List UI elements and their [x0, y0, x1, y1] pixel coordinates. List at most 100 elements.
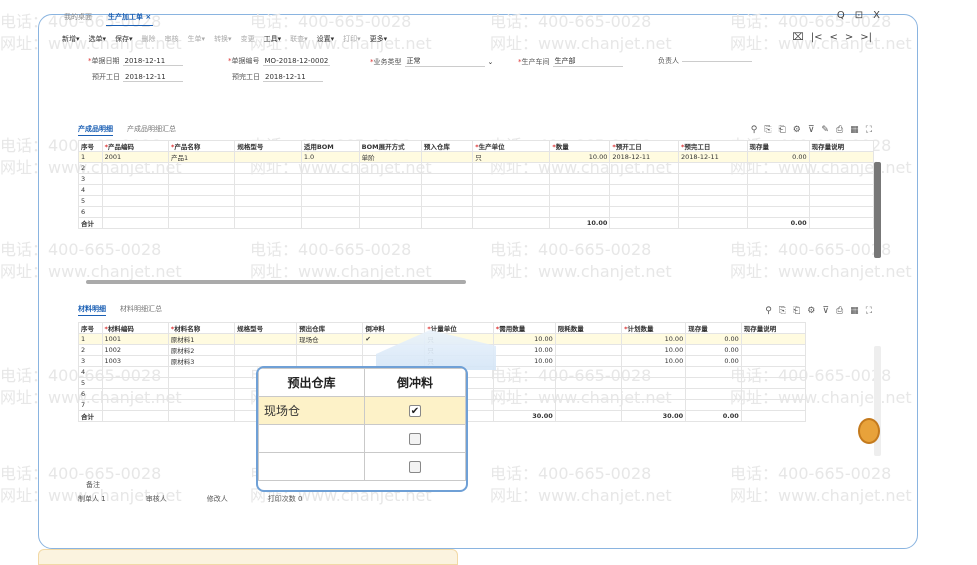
material-cell[interactable] — [167, 388, 236, 400]
material-cell[interactable] — [101, 399, 169, 411]
product-cell[interactable] — [609, 206, 679, 218]
product-cell[interactable] — [101, 195, 169, 207]
material-cell[interactable] — [296, 344, 364, 356]
material-cell[interactable]: 10.00 — [492, 344, 556, 356]
material-cell[interactable]: 5 — [78, 377, 103, 389]
product-cell[interactable] — [472, 162, 551, 174]
material-cell[interactable] — [554, 355, 623, 367]
material-cell[interactable] — [101, 377, 169, 389]
material-cell[interactable] — [621, 388, 687, 400]
product-cell[interactable] — [677, 195, 748, 207]
product-cell[interactable] — [101, 162, 169, 174]
material-column-header[interactable]: *材料名称 — [167, 322, 236, 334]
product-column-header[interactable]: BOM展开方式 — [358, 140, 422, 152]
product-cell[interactable] — [420, 184, 474, 196]
export-icon[interactable]: ⌧ — [792, 32, 804, 43]
product-cell[interactable] — [609, 173, 679, 185]
product-row[interactable]: 1 2001 产品1 1.0 单阶只 10.00 2018-12-11 2018-12-11 0… — [78, 151, 875, 163]
product-column-header[interactable]: 序号 — [78, 140, 103, 152]
material-cell[interactable] — [554, 399, 623, 411]
workshop-input[interactable]: 生产部 — [552, 56, 623, 67]
plan-end-input[interactable]: 2018-12-11 — [263, 73, 323, 82]
material-cell[interactable]: 1001 — [101, 333, 169, 345]
material-cell[interactable] — [621, 377, 687, 389]
material-cell[interactable] — [554, 366, 623, 378]
material-cell[interactable] — [554, 377, 623, 389]
product-column-header[interactable]: 现存量说明 — [808, 140, 875, 152]
product-row[interactable]: 4 — [78, 184, 875, 196]
material-cell[interactable] — [492, 388, 556, 400]
toolbar-settings-button[interactable]: 设置▾ — [317, 34, 335, 44]
material-cell[interactable] — [685, 366, 742, 378]
expand-icon[interactable]: ⛶ — [866, 306, 872, 316]
material-column-header[interactable]: 规格型号 — [234, 322, 298, 334]
product-column-header[interactable]: *生产单位 — [472, 140, 551, 152]
material-cell[interactable] — [740, 366, 807, 378]
material-column-header[interactable]: 序号 — [78, 322, 103, 334]
product-cell[interactable] — [234, 184, 302, 196]
product-cell[interactable] — [300, 173, 360, 185]
toolbar-print-button[interactable]: 打印▾ — [343, 34, 361, 44]
product-cell[interactable]: 1 — [78, 151, 103, 163]
material-cell[interactable] — [740, 333, 807, 345]
toolbar-select-button[interactable]: 选单▾ — [89, 34, 107, 44]
filter-icon[interactable]: ⊽ — [808, 125, 815, 135]
material-cell[interactable] — [554, 388, 623, 400]
product-cell[interactable] — [358, 206, 422, 218]
locate-icon[interactable]: ⚲ — [765, 306, 772, 316]
product-cell[interactable] — [808, 206, 875, 218]
product-cell[interactable]: 产品1 — [167, 151, 236, 163]
material-cell[interactable] — [492, 399, 556, 411]
product-cell[interactable]: 5 — [78, 195, 103, 207]
material-cell[interactable]: 10.00 — [621, 333, 687, 345]
material-cell[interactable] — [685, 377, 742, 389]
product-cell[interactable] — [167, 173, 236, 185]
owner-input[interactable] — [682, 60, 752, 62]
product-cell[interactable] — [300, 162, 360, 174]
material-cell[interactable]: 现场仓 — [296, 333, 364, 345]
product-row[interactable]: 3 — [78, 173, 875, 185]
product-cell[interactable] — [549, 206, 611, 218]
product-cell[interactable] — [472, 184, 551, 196]
product-cell[interactable] — [808, 162, 875, 174]
material-cell[interactable] — [621, 366, 687, 378]
material-cell[interactable]: 原材料3 — [167, 355, 236, 367]
doc-date-input[interactable]: 2018-12-11 — [122, 57, 183, 66]
material-cell[interactable] — [554, 344, 623, 356]
product-cell[interactable] — [167, 206, 236, 218]
material-column-header[interactable]: *计划数量 — [621, 322, 687, 334]
product-cell[interactable] — [609, 195, 679, 207]
biz-type-select[interactable]: 正常 — [404, 56, 485, 67]
material-cell[interactable] — [234, 344, 298, 356]
product-cell[interactable]: 0.00 — [746, 151, 810, 163]
product-column-header[interactable]: *预完工日 — [677, 140, 748, 152]
product-cell[interactable] — [609, 184, 679, 196]
paste-icon[interactable]: ⎗ — [779, 125, 786, 135]
print-icon[interactable]: ⎙ — [836, 306, 843, 316]
product-cell[interactable] — [677, 173, 748, 185]
product-column-header[interactable]: 预入仓库 — [420, 140, 474, 152]
toolbar-delete-button[interactable]: 删除 — [142, 34, 156, 44]
product-cell[interactable]: 6 — [78, 206, 103, 218]
product-cell[interactable] — [808, 173, 875, 185]
material-cell[interactable]: 3 — [78, 355, 103, 367]
material-cell[interactable]: 0.00 — [685, 355, 742, 367]
material-cell[interactable] — [740, 355, 807, 367]
product-horizontal-scrollbar[interactable] — [86, 280, 466, 284]
material-cell[interactable] — [554, 333, 623, 345]
product-row[interactable]: 6 — [78, 206, 875, 218]
filter-icon[interactable]: ⊽ — [822, 306, 829, 316]
material-cell[interactable] — [492, 366, 556, 378]
material-column-header[interactable]: *需用数量 — [492, 322, 556, 334]
tab-product-detail[interactable]: 产成品明细 — [78, 124, 113, 136]
material-cell[interactable]: 0.00 — [685, 333, 742, 345]
product-cell[interactable] — [420, 206, 474, 218]
material-cell[interactable]: 原材料1 — [167, 333, 236, 345]
material-cell[interactable]: 原材料2 — [167, 344, 236, 356]
product-column-header[interactable]: *产品名称 — [167, 140, 236, 152]
material-cell[interactable]: 1002 — [101, 344, 169, 356]
product-cell[interactable]: 2 — [78, 162, 103, 174]
product-cell[interactable]: 10.00 — [549, 151, 611, 163]
product-cell[interactable] — [358, 173, 422, 185]
product-cell[interactable] — [609, 162, 679, 174]
